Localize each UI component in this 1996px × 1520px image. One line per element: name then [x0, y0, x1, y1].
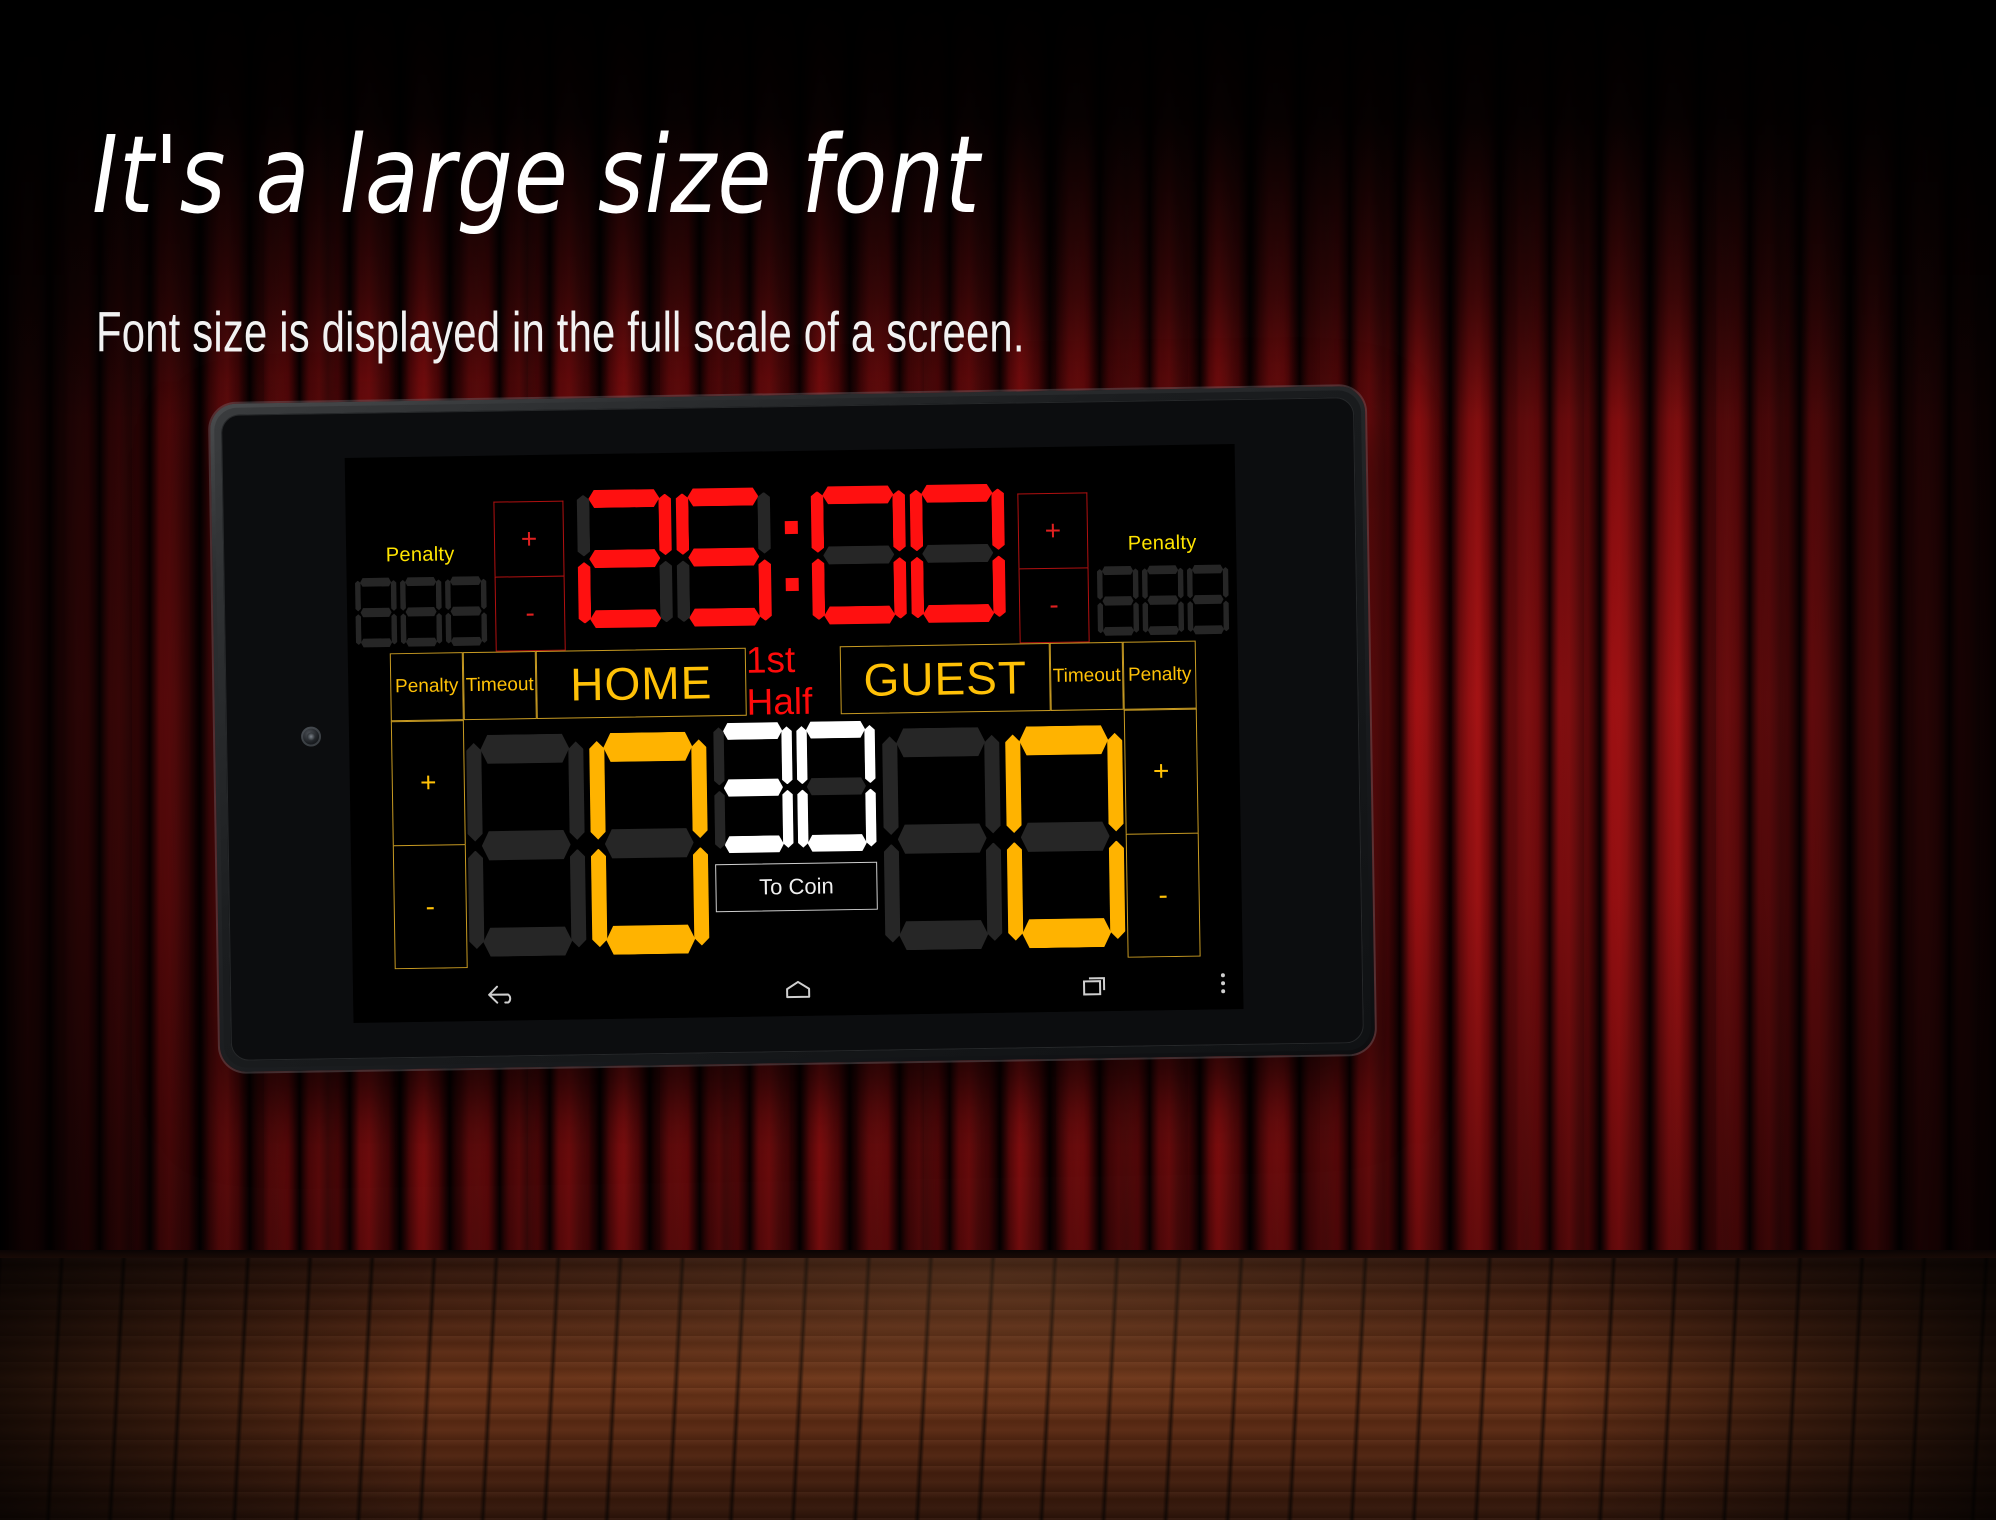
seven-segment-digit — [1186, 564, 1229, 635]
home-score-display[interactable] — [464, 716, 712, 968]
home-penalty-label: Penalty — [385, 543, 455, 567]
seven-segment-digit — [1141, 565, 1184, 636]
clock-minus-button[interactable]: - — [494, 575, 566, 652]
guest-score-display[interactable] — [880, 710, 1128, 962]
home-icon — [786, 980, 811, 998]
home-score-minus-button[interactable]: - — [392, 843, 468, 970]
seven-segment-digit — [712, 721, 794, 854]
guest-team-name[interactable]: GUEST — [839, 642, 1051, 715]
seven-segment-digit — [810, 484, 908, 625]
seven-segment-digit — [588, 730, 712, 956]
game-clock[interactable] — [563, 447, 1020, 650]
shot-clock-display[interactable] — [712, 720, 877, 855]
seven-segment-digit — [880, 726, 1004, 952]
guest-penalty-button[interactable]: Penalty — [1122, 640, 1197, 710]
home-penalty-timer-block[interactable]: Penalty — [345, 456, 496, 654]
seven-segment-digit — [1003, 724, 1127, 950]
seven-segment-digit — [465, 732, 589, 958]
clock-minutes — [576, 486, 773, 629]
seven-segment-digit — [355, 577, 398, 648]
overflow-menu-icon[interactable] — [1220, 972, 1226, 993]
nav-back-button[interactable] — [353, 979, 650, 1010]
seven-segment-digit — [1096, 566, 1139, 637]
score-row: + - To Coin + - — [349, 708, 1243, 970]
seven-segment-digit — [909, 483, 1007, 624]
center-column: To Coin — [708, 714, 884, 965]
clock-colon-icon — [784, 497, 799, 615]
home-penalty-button[interactable]: Penalty — [389, 652, 464, 722]
nav-recents-button[interactable] — [946, 969, 1243, 1000]
home-team-name[interactable]: HOME — [535, 647, 747, 720]
guest-timeout-button[interactable]: Timeout — [1049, 641, 1124, 711]
recents-icon — [1082, 976, 1105, 995]
tablet-device: Penalty + - + - Penalty Penalty Timeout … — [209, 385, 1376, 1073]
clock-adjust-buttons-right[interactable]: + - — [1017, 492, 1090, 644]
period-label[interactable]: 1st Half — [746, 639, 841, 723]
home-score-adjust[interactable]: + - — [390, 720, 468, 970]
home-timeout-button[interactable]: Timeout — [462, 651, 537, 721]
seven-segment-digit — [795, 720, 877, 853]
seven-segment-digit — [675, 486, 773, 627]
back-icon — [488, 985, 512, 1004]
guest-penalty-digits — [1096, 564, 1229, 636]
to-coin-button[interactable]: To Coin — [715, 861, 878, 913]
seven-segment-digit — [576, 488, 674, 629]
guest-penalty-timer-block[interactable]: Penalty — [1087, 444, 1238, 642]
guest-score-plus-button[interactable]: + — [1123, 708, 1199, 834]
promo-subline: Font size is displayed in the full scale… — [96, 300, 1025, 364]
guest-score-minus-button[interactable]: - — [1125, 832, 1201, 958]
clock-minus-button-right[interactable]: - — [1018, 566, 1090, 644]
home-score-plus-button[interactable]: + — [390, 720, 466, 845]
seven-segment-digit — [445, 576, 488, 647]
guest-penalty-label: Penalty — [1127, 531, 1197, 555]
guest-score-adjust[interactable]: + - — [1123, 708, 1201, 958]
promo-headline: It's a large size font — [92, 112, 981, 238]
clock-adjust-buttons[interactable]: + - — [493, 500, 566, 652]
home-penalty-digits — [355, 576, 488, 648]
clock-plus-button-right[interactable]: + — [1017, 492, 1089, 568]
floor-vignette — [0, 1258, 1996, 1520]
nav-home-button[interactable] — [650, 974, 947, 1005]
app-screen: Penalty + - + - Penalty Penalty Timeout … — [344, 444, 1244, 1023]
seven-segment-digit — [400, 576, 443, 647]
clock-plus-button[interactable]: + — [493, 500, 565, 577]
clock-seconds — [810, 483, 1007, 626]
clock-row: Penalty + - + - Penalty — [345, 444, 1238, 654]
